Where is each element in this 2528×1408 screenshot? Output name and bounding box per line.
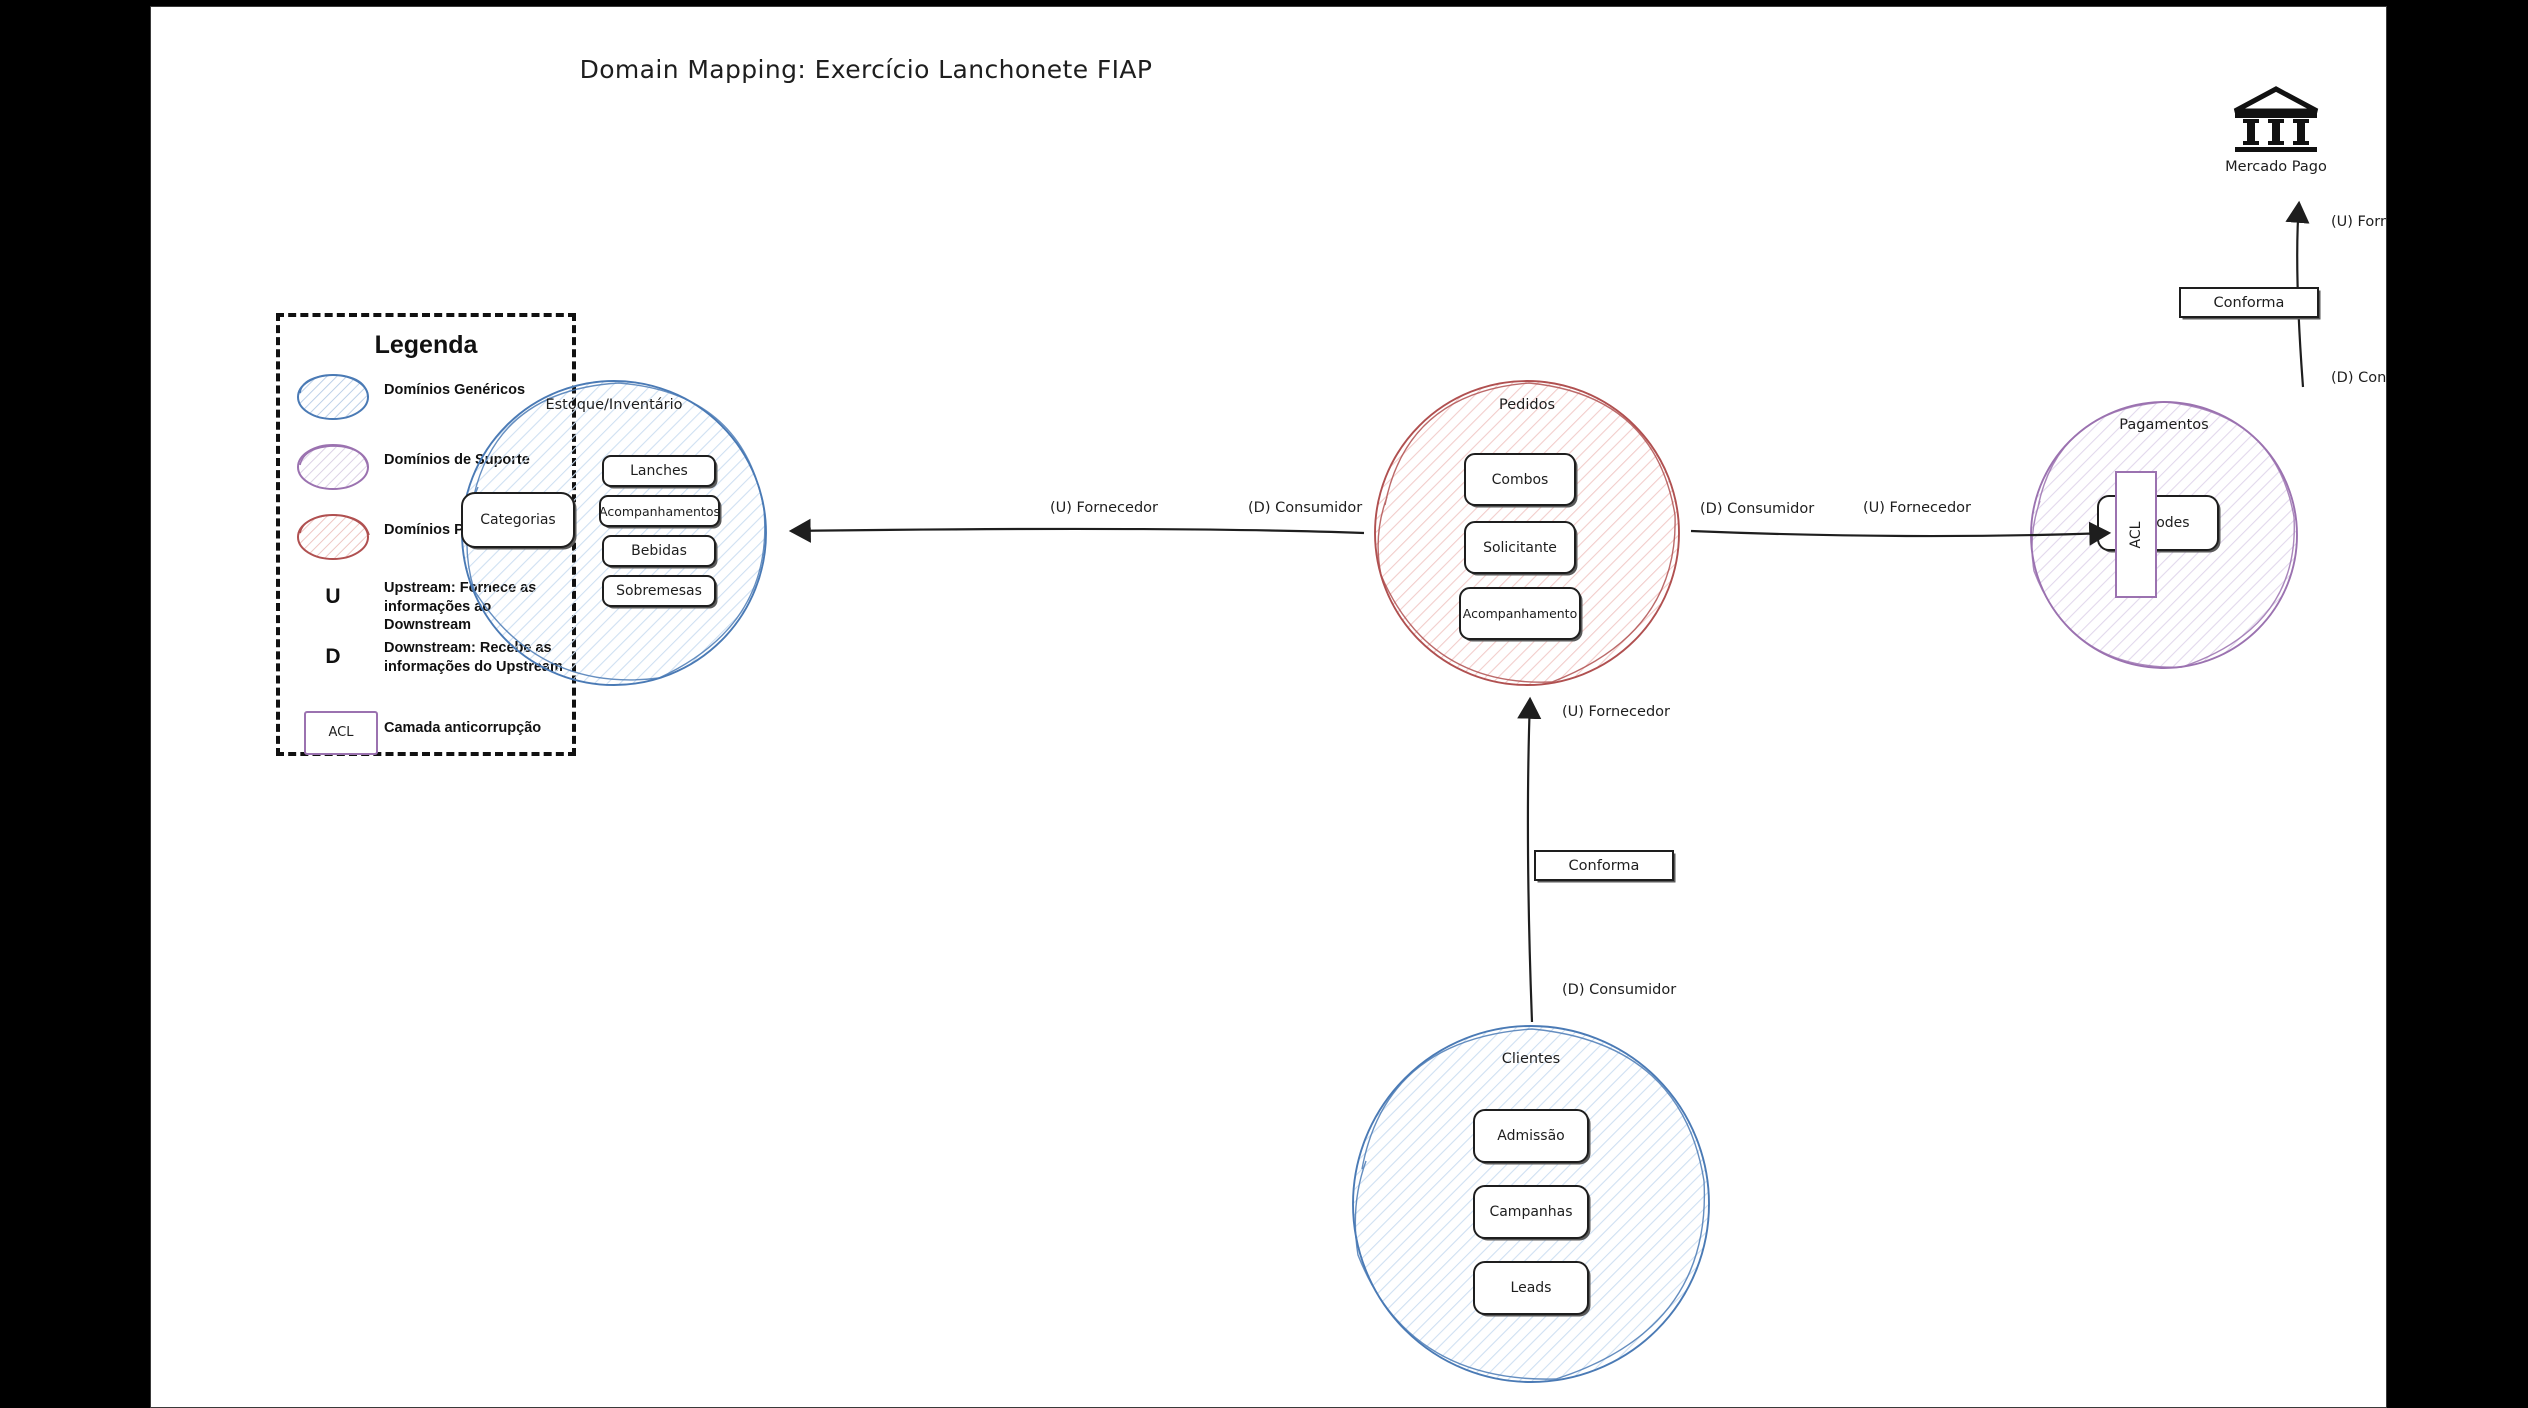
domain-pagamentos-title: Pagamentos (2119, 417, 2209, 433)
external-system-mercado-pago[interactable]: Mercado Pago (2186, 85, 2366, 175)
context-box-leads[interactable]: Leads (1473, 1261, 1589, 1315)
context-box-admissao[interactable]: Admissão (1473, 1109, 1589, 1163)
ellipse-red-icon (292, 511, 374, 563)
legend-title: Legenda (374, 331, 478, 359)
domain-pedidos-title: Pedidos (1498, 397, 1555, 413)
context-box-solicitante[interactable]: Solicitante (1464, 521, 1576, 574)
domain-pagamentos[interactable]: Pagamentos QRCodes (2024, 395, 2304, 675)
domain-pedidos[interactable]: Pedidos Combos Solicitante Acompanhament… (1367, 375, 1687, 695)
bank-icon (2233, 86, 2319, 152)
context-box-bebidas[interactable]: Bebidas (602, 535, 716, 567)
domain-estoque-title: Estoque/Inventário (545, 397, 683, 413)
edge-label-mercadopago-downstream: (D) Consumidor (2331, 370, 2387, 386)
edge-label-estoque-upstream: (U) Fornecedor (1050, 500, 1158, 516)
context-box-lanches[interactable]: Lanches (602, 455, 716, 487)
pattern-box-conforma-mercadopago[interactable]: Conforma (2179, 287, 2319, 318)
edge-label-estoque-downstream: (D) Consumidor (1248, 500, 1363, 516)
acl-box-icon: ACL (304, 711, 378, 755)
arrow-pedidos-to-estoque (788, 518, 1365, 543)
context-box-acompanhamento[interactable]: Acompanhamento (1459, 587, 1581, 640)
edge-label-clientes-upstream: (U) Fornecedor (1562, 704, 1670, 720)
edge-label-pagamentos-downstream: (D) Consumidor (1700, 501, 1815, 517)
arrow-clientes-to-pedidos (1517, 696, 1542, 1023)
page-title: Domain Mapping: Exercício Lanchonete FIA… (579, 55, 1153, 84)
diagram-canvas[interactable]: Domain Mapping: Exercício Lanchonete FIA… (150, 6, 2387, 1408)
context-box-combos[interactable]: Combos (1464, 453, 1576, 506)
context-box-campanhas[interactable]: Campanhas (1473, 1185, 1589, 1239)
context-box-acompanhamentos[interactable]: Acompanhamentos (599, 495, 720, 527)
edge-label-clientes-downstream: (D) Consumidor (1562, 982, 1677, 998)
external-system-label: Mercado Pago (2225, 159, 2327, 175)
edge-label-pagamentos-upstream: (U) Fornecedor (1863, 500, 1971, 516)
domain-estoque[interactable]: Estoque/Inventário Categorias Lanches Ac… (444, 375, 784, 695)
acl-pagamentos-box[interactable]: ACL (2115, 471, 2157, 598)
domain-clientes-title: Clientes (1501, 1051, 1561, 1067)
legend-item-acl: ACL Camada anticorrupção (276, 705, 576, 761)
downstream-letter: D (325, 645, 341, 668)
context-box-sobremesas[interactable]: Sobremesas (602, 575, 716, 607)
legend-item-label: Camada anticorrupção (384, 720, 542, 736)
ellipse-blue-icon (292, 371, 374, 423)
context-box-categorias[interactable]: Categorias (461, 492, 575, 548)
upstream-letter: U (325, 585, 341, 608)
pattern-box-conforma-clientes[interactable]: Conforma (1534, 850, 1674, 881)
acl-pagamentos-label: ACL (2128, 521, 2144, 548)
screenshot-root: Domain Mapping: Exercício Lanchonete FIA… (0, 0, 2528, 1408)
edge-label-mercadopago-upstream: (U) Fornecedor (2331, 214, 2386, 230)
domain-clientes[interactable]: Clientes Admissão Campanhas Leads (1346, 1019, 1716, 1389)
acl-box-label: ACL (328, 725, 354, 740)
ellipse-purple-icon (292, 441, 374, 493)
